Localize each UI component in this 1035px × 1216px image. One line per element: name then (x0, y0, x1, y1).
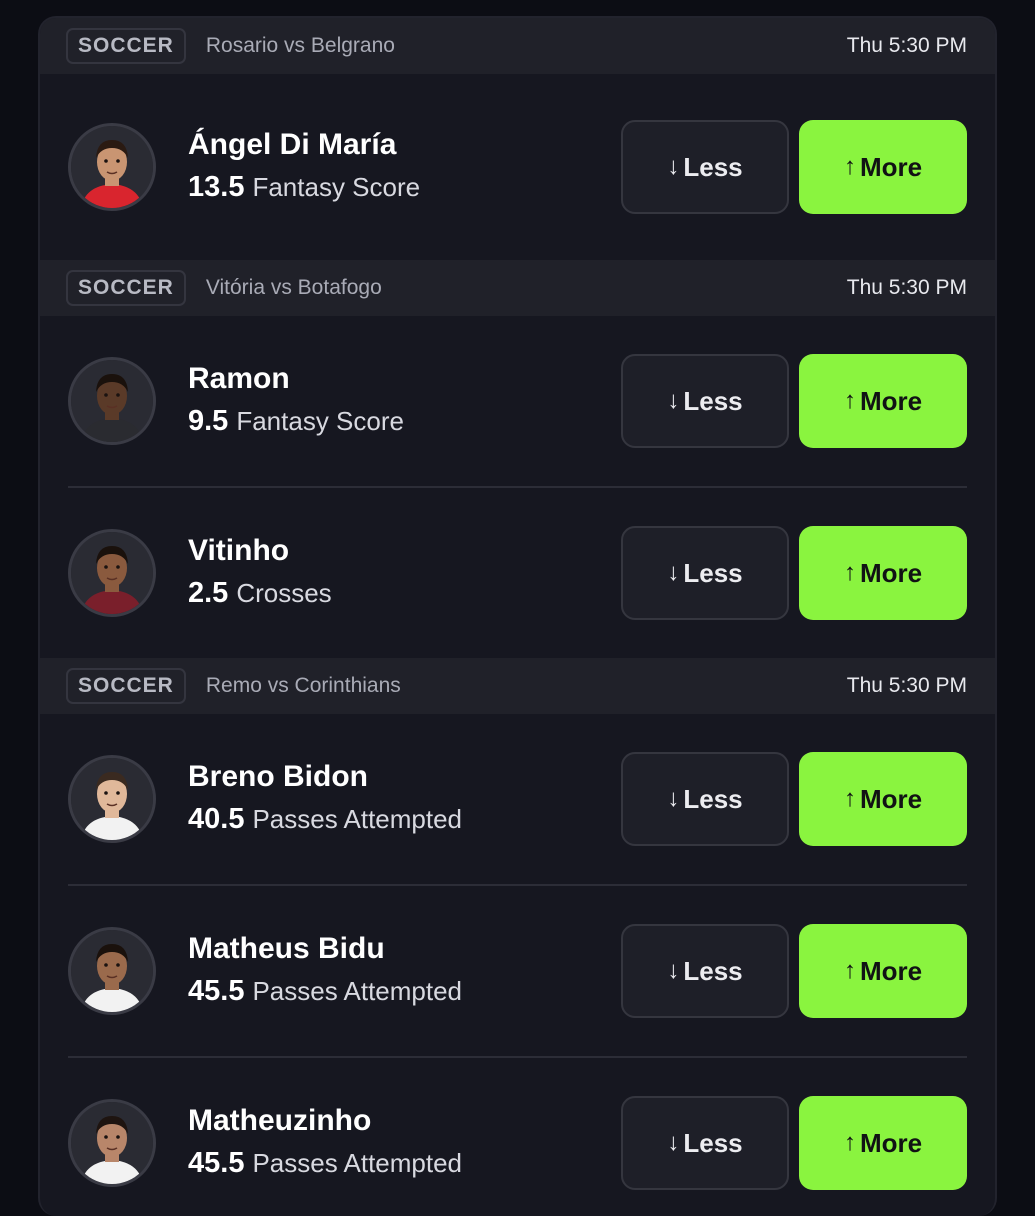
stat-type: Passes Attempted (252, 803, 463, 834)
player-row: Matheus Bidu 45.5 Passes Attempted ↓ Less ↑ Mo… (40, 886, 995, 1056)
projection: 45.5 Passes Attempted (188, 975, 621, 1012)
more-label: More (859, 385, 923, 416)
arrow-down-icon: ↓ (667, 785, 680, 812)
arrow-down-icon: ↓ (667, 153, 680, 180)
more-label: More (859, 557, 923, 588)
game-time: Thu 5:30 PM (846, 276, 967, 299)
more-button[interactable]: ↑ More (799, 354, 967, 448)
arrow-up-icon: ↑ (843, 1129, 856, 1156)
stat-type: Passes Attempted (252, 975, 463, 1006)
arrow-up-icon: ↑ (843, 559, 856, 586)
projection: 40.5 Passes Attempted (188, 803, 621, 840)
player-row: Ramon 9.5 Fantasy Score ↓ Less ↑ More (40, 316, 995, 486)
player-info: Matheus Bidu 45.5 Passes Attempted (188, 931, 621, 1012)
more-label: More (859, 955, 923, 986)
less-button[interactable]: ↓ Less (621, 120, 789, 214)
player-name: Ramon (188, 361, 290, 395)
player-avatar (68, 927, 156, 1015)
player-info: Ramon 9.5 Fantasy Score (188, 361, 621, 442)
arrow-up-icon: ↑ (843, 153, 856, 180)
player-info: Breno Bidon 40.5 Passes Attempted (188, 759, 621, 840)
player-name: Vitinho (188, 533, 290, 567)
stat-type: Fantasy Score (236, 405, 404, 436)
more-button[interactable]: ↑ More (799, 1096, 967, 1190)
arrow-up-icon: ↑ (843, 387, 856, 414)
player-row: Matheuzinho 45.5 Passes Attempted ↓ Less ↑ Mor… (40, 1058, 995, 1216)
more-label: More (859, 151, 923, 182)
less-button[interactable]: ↓ Less (621, 752, 789, 846)
less-button[interactable]: ↓ Less (621, 1096, 789, 1190)
arrow-up-icon: ↑ (843, 785, 856, 812)
arrow-down-icon: ↓ (667, 957, 680, 984)
less-label: Less (683, 955, 743, 986)
stat-type: Fantasy Score (252, 171, 421, 202)
matchup-title: Vitória vs Botafogo (205, 276, 382, 299)
arrow-down-icon: ↓ (667, 1129, 680, 1156)
line-value: 2.5 (188, 576, 229, 609)
line-value: 40.5 (188, 802, 245, 835)
projection: 2.5 Crosses (188, 577, 621, 614)
line-value: 13.5 (188, 170, 245, 203)
line-value: 45.5 (188, 974, 245, 1007)
player-name: Breno Bidon (188, 759, 368, 793)
player-row: Breno Bidon 40.5 Passes Attempted ↓ Less ↑ Mor… (40, 714, 995, 884)
more-label: More (859, 1127, 923, 1158)
less-label: Less (683, 783, 743, 814)
game-header: SOCCER Rosario vs Belgrano Thu 5:30 PM (40, 18, 995, 74)
matchup-title: Remo vs Corinthians (205, 674, 401, 697)
game-header: SOCCER Remo vs Corinthians Thu 5:30 PM (40, 658, 995, 714)
player-name: Matheuzinho (188, 1103, 372, 1137)
player-info: Matheuzinho 45.5 Passes Attempted (188, 1103, 621, 1184)
less-label: Less (683, 557, 743, 588)
less-button[interactable]: ↓ Less (621, 924, 789, 1018)
less-label: Less (683, 1127, 743, 1158)
player-row: Vitinho 2.5 Crosses ↓ Less ↑ More (40, 488, 995, 658)
more-button[interactable]: ↑ More (799, 752, 967, 846)
projection: 13.5 Fantasy Score (188, 171, 621, 208)
game-time: Thu 5:30 PM (846, 34, 967, 57)
player-avatar (68, 1099, 156, 1187)
sport-tag: SOCCER (66, 270, 186, 306)
player-info: Vitinho 2.5 Crosses (188, 533, 621, 614)
less-label: Less (683, 151, 743, 182)
game-time: Thu 5:30 PM (846, 674, 967, 697)
player-avatar (68, 123, 156, 211)
matchup-title: Rosario vs Belgrano (205, 34, 395, 57)
projections-board: SOCCER Rosario vs Belgrano Thu 5:30 PM Ánge… (38, 16, 997, 1216)
stat-type: Crosses (236, 577, 332, 608)
player-avatar (68, 529, 156, 617)
less-button[interactable]: ↓ Less (621, 526, 789, 620)
game-header: SOCCER Vitória vs Botafogo Thu 5:30 PM (40, 260, 995, 316)
line-value: 9.5 (188, 404, 229, 437)
more-button[interactable]: ↑ More (799, 120, 967, 214)
sport-tag: SOCCER (66, 668, 186, 704)
less-button[interactable]: ↓ Less (621, 354, 789, 448)
arrow-down-icon: ↓ (667, 387, 680, 414)
line-value: 45.5 (188, 1146, 245, 1179)
projection: 45.5 Passes Attempted (188, 1147, 621, 1184)
player-name: Ángel Di María (188, 127, 397, 161)
sport-tag: SOCCER (66, 28, 186, 64)
player-row: Ángel Di María 13.5 Fantasy Score ↓ Less ↑ Mor… (40, 74, 995, 260)
stat-type: Passes Attempted (252, 1147, 463, 1178)
player-name: Matheus Bidu (188, 931, 385, 965)
more-label: More (859, 783, 923, 814)
player-avatar (68, 357, 156, 445)
player-avatar (68, 755, 156, 843)
player-info: Ángel Di María 13.5 Fantasy Score (188, 127, 621, 208)
more-button[interactable]: ↑ More (799, 526, 967, 620)
projection: 9.5 Fantasy Score (188, 405, 621, 442)
less-label: Less (683, 385, 743, 416)
arrow-down-icon: ↓ (667, 559, 680, 586)
more-button[interactable]: ↑ More (799, 924, 967, 1018)
arrow-up-icon: ↑ (843, 957, 856, 984)
